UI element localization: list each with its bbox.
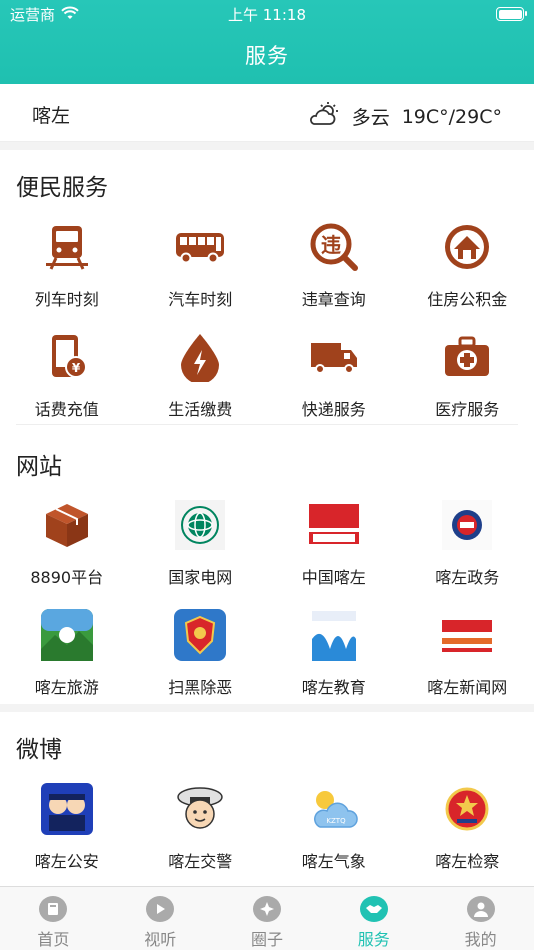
circle-icon bbox=[252, 896, 281, 922]
weibo-kazuo-weather[interactable]: KZTQ 喀左气象 bbox=[267, 778, 401, 888]
weibo-section: 微博 喀左公安 喀左交警 KZTQ 喀左气象 喀左检察 bbox=[0, 712, 534, 886]
site-label: 中国喀左 bbox=[301, 568, 366, 587]
site-label: 喀左旅游 bbox=[34, 678, 99, 697]
battery-icon bbox=[496, 7, 527, 21]
medical-kit-icon bbox=[440, 330, 494, 384]
service-violation-query[interactable]: 违 违章查询 bbox=[267, 216, 401, 326]
weibo-kazuo-procuratorate[interactable]: 喀左检察 bbox=[401, 778, 534, 888]
site-anti-crime[interactable]: 扫黑除恶 bbox=[134, 604, 268, 714]
partly-cloudy-icon bbox=[308, 101, 340, 132]
service-label: 话费充值 bbox=[34, 400, 99, 419]
traffic-police-cartoon-icon bbox=[173, 782, 227, 836]
procuratorate-emblem-icon bbox=[440, 782, 494, 836]
section-gap bbox=[0, 142, 534, 150]
service-label: 违章查询 bbox=[301, 290, 366, 309]
phone-recharge-icon: ¥ bbox=[40, 330, 94, 384]
site-kazuo-government[interactable]: 喀左政务 bbox=[401, 494, 534, 604]
kazuo-news-logo-icon bbox=[440, 608, 495, 662]
utility-payment-icon bbox=[173, 330, 227, 384]
tab-label: 我的 bbox=[464, 930, 497, 949]
tab-circle[interactable]: 圈子 bbox=[214, 887, 321, 950]
site-state-grid[interactable]: 国家电网 bbox=[134, 494, 268, 604]
site-label: 国家电网 bbox=[168, 568, 233, 587]
site-label: 喀左教育 bbox=[301, 678, 366, 697]
service-utility-payment[interactable]: 生活缴费 bbox=[134, 326, 268, 436]
page-title: 服务 bbox=[245, 44, 289, 68]
tab-label: 首页 bbox=[37, 930, 70, 949]
site-8890[interactable]: 8890平台 bbox=[0, 494, 134, 604]
bus-icon bbox=[173, 220, 227, 274]
user-icon bbox=[466, 896, 495, 922]
site-label: 扫黑除恶 bbox=[168, 678, 233, 697]
site-kazuo-news[interactable]: 喀左新闻网 bbox=[401, 604, 534, 714]
tab-label: 服务 bbox=[357, 930, 390, 949]
tab-label: 圈子 bbox=[250, 930, 283, 949]
section-title: 微博 bbox=[16, 737, 62, 763]
tab-media[interactable]: 视听 bbox=[107, 887, 214, 950]
tab-bar: 首页 视听 圈子 服务 我的 bbox=[0, 886, 534, 950]
education-cloud-logo-icon bbox=[307, 608, 361, 662]
service-train-schedule[interactable]: 列车时刻 bbox=[0, 216, 134, 326]
svg-text:违: 违 bbox=[321, 233, 341, 257]
home-icon bbox=[39, 896, 68, 922]
kazuo-tourism-logo-icon bbox=[40, 608, 94, 662]
service-housing-fund[interactable]: 住房公积金 bbox=[401, 216, 534, 326]
service-bus-schedule[interactable]: 汽车时刻 bbox=[134, 216, 268, 326]
weather-bar[interactable]: 喀左 多云 19C°/29C° bbox=[0, 84, 534, 142]
service-label: 汽车时刻 bbox=[168, 290, 233, 309]
svg-text:KZTQ: KZTQ bbox=[326, 817, 346, 825]
service-delivery[interactable]: 快递服务 bbox=[267, 326, 401, 436]
status-time: 上午 11:18 bbox=[228, 6, 306, 24]
train-icon bbox=[40, 220, 94, 274]
service-medical[interactable]: 医疗服务 bbox=[401, 326, 534, 436]
service-label: 医疗服务 bbox=[435, 400, 500, 419]
service-phone-recharge[interactable]: ¥ 话费充值 bbox=[0, 326, 134, 436]
svg-text:¥: ¥ bbox=[72, 361, 81, 375]
weather-temperature: 19C°/29C° bbox=[401, 105, 502, 128]
app-header: 运营商 上午 11:18 服务 bbox=[0, 0, 534, 84]
site-label: 喀左新闻网 bbox=[427, 678, 508, 697]
housing-fund-icon bbox=[440, 220, 494, 274]
weibo-label: 喀左检察 bbox=[435, 852, 500, 871]
weibo-kazuo-police[interactable]: 喀左公安 bbox=[0, 778, 134, 888]
section-title: 网站 bbox=[16, 454, 62, 480]
tab-profile[interactable]: 我的 bbox=[427, 887, 534, 950]
service-label: 快递服务 bbox=[301, 400, 366, 419]
section-gap bbox=[0, 704, 534, 712]
websites-section: 网站 8890平台 国家电网 中国喀左 喀左政务 喀左旅游 扫黑除恶 喀左教育 … bbox=[0, 426, 534, 704]
site-china-kazuo[interactable]: 中国喀左 bbox=[267, 494, 401, 604]
china-kazuo-logo-icon bbox=[306, 498, 361, 552]
service-label: 住房公积金 bbox=[427, 290, 508, 309]
violation-search-icon: 违 bbox=[307, 220, 361, 274]
box-icon bbox=[40, 498, 94, 552]
police-cartoon-icon bbox=[40, 782, 94, 836]
state-grid-logo-icon bbox=[173, 498, 227, 552]
play-icon bbox=[146, 896, 175, 922]
site-kazuo-education[interactable]: 喀左教育 bbox=[267, 604, 401, 714]
service-label: 列车时刻 bbox=[34, 290, 99, 309]
site-label: 喀左政务 bbox=[435, 568, 500, 587]
weather-city: 喀左 bbox=[32, 105, 71, 127]
handshake-icon bbox=[359, 896, 388, 922]
delivery-truck-icon bbox=[307, 330, 361, 384]
weather-condition: 多云 bbox=[351, 107, 390, 129]
convenience-section: 便民服务 列车时刻 汽车时刻 违 违章查询 住房公积金 ¥ 话费充值 生活缴费 … bbox=[0, 150, 534, 426]
weibo-label: 喀左交警 bbox=[168, 852, 233, 871]
tab-home[interactable]: 首页 bbox=[0, 887, 107, 950]
divider bbox=[16, 424, 518, 425]
service-label: 生活缴费 bbox=[168, 400, 233, 419]
kazuo-government-logo-icon bbox=[440, 498, 494, 552]
site-label: 8890平台 bbox=[30, 568, 104, 587]
tab-label: 视听 bbox=[144, 930, 177, 949]
weibo-label: 喀左气象 bbox=[301, 852, 366, 871]
tab-services[interactable]: 服务 bbox=[320, 887, 427, 950]
weibo-label: 喀左公安 bbox=[34, 852, 99, 871]
weather-cloud-icon: KZTQ bbox=[307, 782, 361, 836]
section-title: 便民服务 bbox=[16, 175, 108, 201]
site-kazuo-tourism[interactable]: 喀左旅游 bbox=[0, 604, 134, 714]
weibo-kazuo-traffic-police[interactable]: 喀左交警 bbox=[134, 778, 268, 888]
police-emblem-icon bbox=[173, 608, 227, 662]
status-bar: 运营商 上午 11:18 bbox=[0, 0, 534, 28]
